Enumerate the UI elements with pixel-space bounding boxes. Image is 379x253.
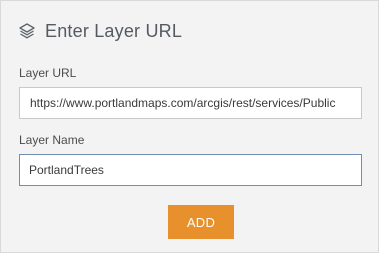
layers-icon [18, 22, 36, 40]
enter-layer-url-panel: Enter Layer URL Layer URL Layer Name ADD [0, 0, 379, 253]
layer-url-label: Layer URL [19, 66, 77, 80]
panel-header: Enter Layer URL [18, 19, 182, 43]
panel-title: Enter Layer URL [45, 20, 183, 41]
layer-url-input[interactable] [19, 87, 362, 119]
add-button[interactable]: ADD [168, 205, 234, 239]
layer-name-input[interactable] [19, 154, 362, 186]
layer-name-label: Layer Name [19, 133, 85, 147]
